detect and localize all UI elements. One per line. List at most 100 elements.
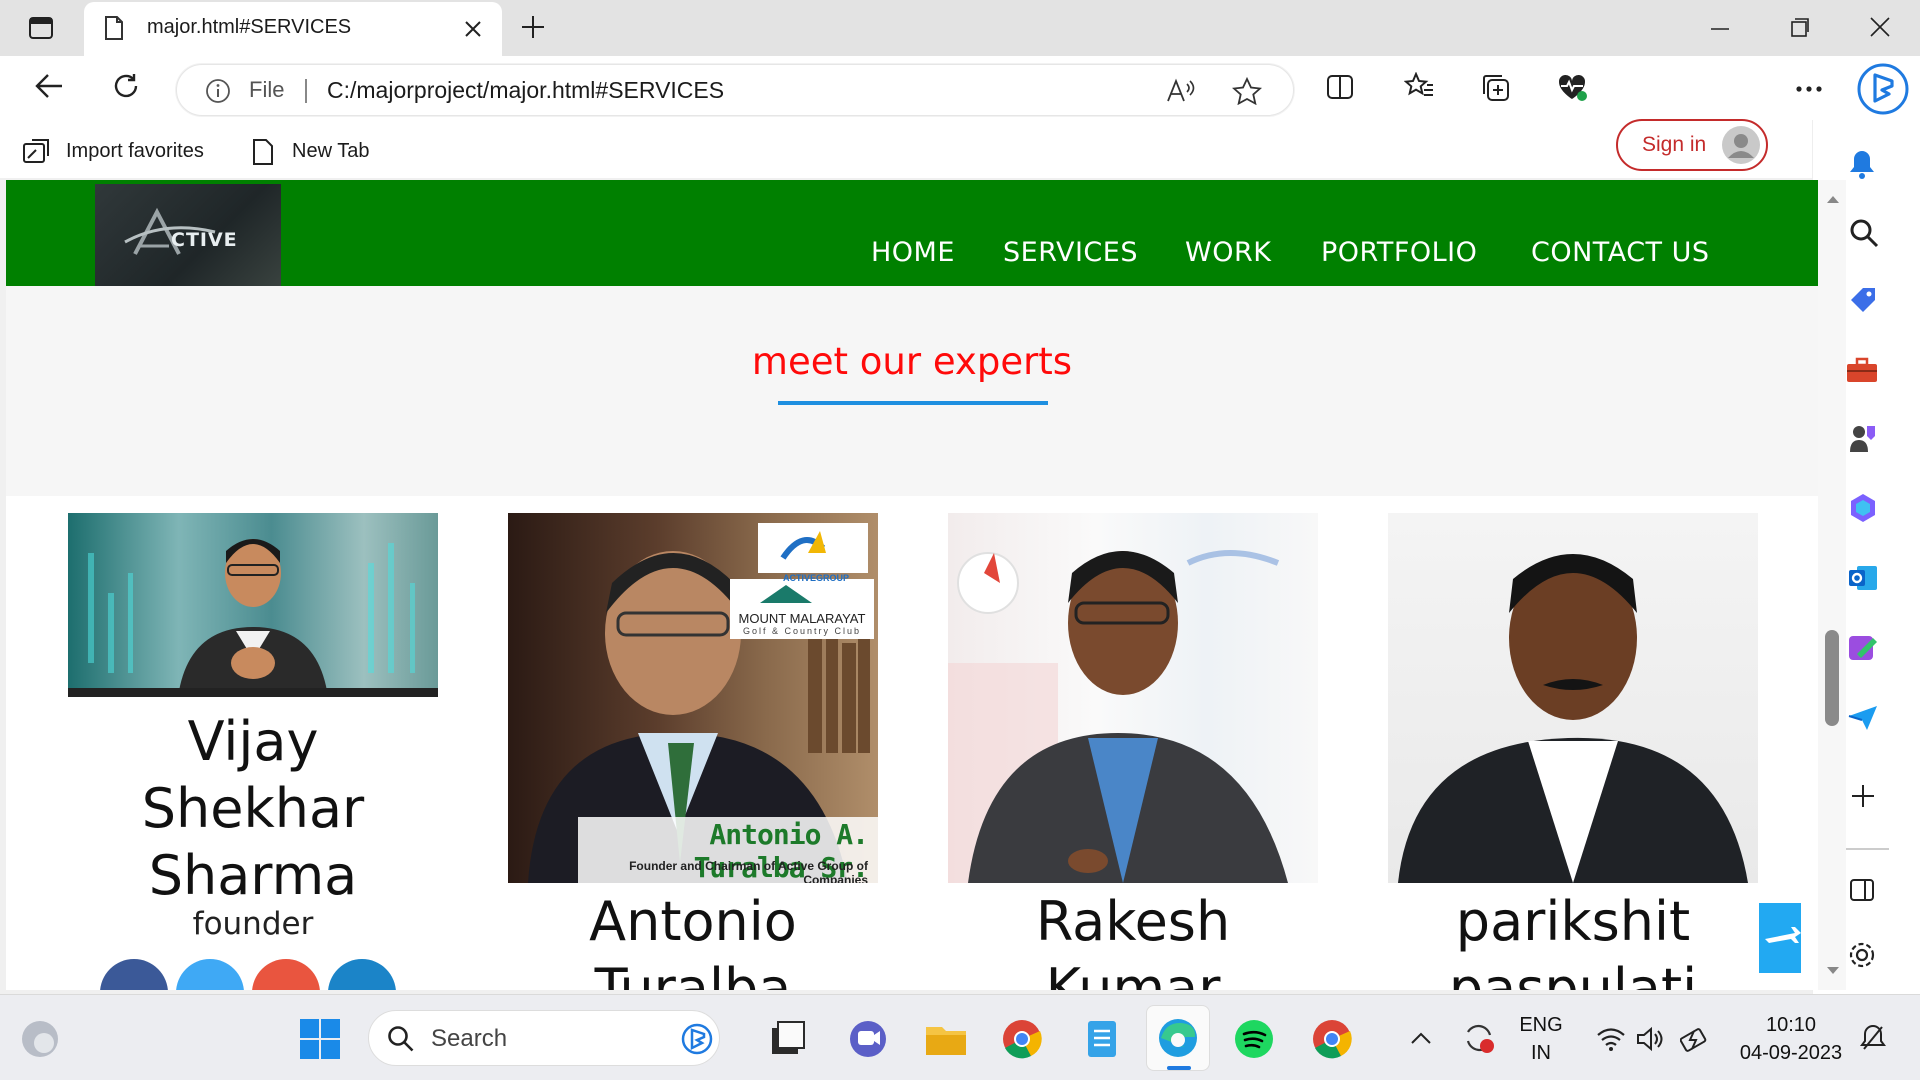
edge-icon <box>1159 1019 1197 1057</box>
nav-contact-us[interactable]: CONTACT US <box>1531 237 1710 268</box>
address-scheme-label: File <box>249 77 285 102</box>
edge-active-tile[interactable] <box>1146 1005 1210 1071</box>
browser-tab[interactable]: major.html#SERVICES <box>84 2 502 56</box>
photo-bottom-bar <box>68 688 438 697</box>
hide-sidebar-icon[interactable] <box>1849 878 1875 902</box>
collections-icon[interactable] <box>1480 72 1510 102</box>
url-text[interactable]: C:/majorproject/major.html#SERVICES <box>327 77 724 104</box>
import-favorites-label: Import favorites <box>66 140 204 162</box>
favorites-icon[interactable] <box>1404 72 1434 100</box>
battery-icon[interactable] <box>1680 1025 1710 1053</box>
google-plus-icon[interactable] <box>252 959 320 990</box>
wifi-icon[interactable] <box>1596 1027 1626 1051</box>
back-icon[interactable] <box>34 73 64 99</box>
browser-toolbar: File C:/majorproject/major.html#SERVICES… <box>0 56 1920 178</box>
minimize-icon[interactable] <box>1710 27 1730 31</box>
scroll-top-button[interactable] <box>1759 903 1801 973</box>
language-code: ENG <box>1519 1014 1563 1036</box>
twitter-icon[interactable] <box>176 959 244 990</box>
region-code: IN <box>1531 1042 1551 1064</box>
nav-work[interactable]: WORK <box>1185 237 1271 268</box>
address-bar[interactable]: File C:/majorproject/major.html#SERVICES <box>176 64 1294 116</box>
notepad-icon[interactable] <box>1084 1017 1120 1059</box>
start-icon[interactable] <box>300 1019 340 1059</box>
notification-center-icon[interactable] <box>1858 1023 1888 1053</box>
section-title-underline <box>778 401 1048 405</box>
page-icon <box>104 15 124 41</box>
show-hidden-icons[interactable] <box>1410 1031 1432 1045</box>
tab-title: major.html#SERVICES <box>147 16 352 38</box>
scroll-up-icon[interactable] <box>1826 194 1840 204</box>
expert-card: ACTIVEGROUP MOUNT MALARAYAT Golf & Count… <box>508 513 878 990</box>
copilot-icon[interactable] <box>1856 62 1910 116</box>
expert-name-line: paspulati <box>1448 957 1698 990</box>
close-tab-icon[interactable] <box>464 20 482 38</box>
site-navbar: CTIVE HOME SERVICES WORK PORTFOLIO CONTA… <box>6 180 1818 286</box>
task-view-icon[interactable] <box>770 1020 806 1056</box>
file-explorer-icon[interactable] <box>924 1019 968 1059</box>
new-tab-icon[interactable] <box>520 14 546 40</box>
maximize-icon[interactable] <box>1790 18 1810 38</box>
active-indicator <box>1167 1066 1191 1070</box>
games-icon[interactable] <box>1847 422 1879 454</box>
refresh-icon[interactable] <box>112 72 140 100</box>
weather-icon[interactable] <box>20 1019 60 1059</box>
send-icon[interactable] <box>1847 704 1879 732</box>
nav-portfolio[interactable]: PORTFOLIO <box>1321 237 1477 268</box>
expert-name-line: Antonio <box>589 890 797 953</box>
read-aloud-icon[interactable] <box>1165 78 1195 104</box>
expert-name: Rakesh Kumar <box>948 888 1318 990</box>
taskbar-search[interactable]: Search <box>368 1010 720 1066</box>
facebook-icon[interactable] <box>100 959 168 990</box>
teams-chat-icon[interactable] <box>848 1019 888 1059</box>
sync-status-icon[interactable] <box>1462 1021 1496 1055</box>
scrollbar-thumb[interactable] <box>1825 630 1839 726</box>
expert-name: Antonio Turalba <box>508 888 878 990</box>
outlook-icon[interactable] <box>1847 562 1879 594</box>
new-tab-link[interactable]: New Tab <box>252 136 382 166</box>
browser-essentials-icon[interactable] <box>1556 72 1588 102</box>
expert-name-line: Sharma <box>148 844 358 907</box>
logo-text: CTIVE <box>171 229 238 251</box>
spotify-icon[interactable] <box>1234 1019 1274 1059</box>
site-logo[interactable]: CTIVE <box>95 184 281 286</box>
tools-icon[interactable] <box>1845 356 1879 384</box>
microsoft-365-icon[interactable] <box>1847 492 1879 524</box>
sign-in-button[interactable]: Sign in <box>1616 119 1768 171</box>
new-tab-label: New Tab <box>292 140 370 162</box>
expert-photo <box>948 513 1318 883</box>
expert-photo: ACTIVEGROUP MOUNT MALARAYAT Golf & Count… <box>508 513 878 883</box>
clock-time: 10:10 <box>1765 1014 1817 1036</box>
volume-icon[interactable] <box>1636 1026 1664 1052</box>
language-indicator[interactable]: ENG IN <box>1516 1011 1566 1067</box>
photo-subcaption: Founder and Chairman of Active Group of … <box>629 859 868 883</box>
favorite-star-icon[interactable] <box>1232 77 1262 105</box>
expert-name: parikshit paspulati <box>1388 888 1758 990</box>
clock[interactable]: 10:10 04-09-2023 <box>1726 1011 1856 1067</box>
page-scrollbar[interactable] <box>1818 180 1846 990</box>
info-icon[interactable] <box>205 78 231 104</box>
expert-card: parikshit paspulati <box>1388 513 1758 990</box>
chrome-icon[interactable] <box>1002 1019 1042 1059</box>
bing-icon <box>681 1023 713 1055</box>
nav-home[interactable]: HOME <box>871 237 955 268</box>
linkedin-icon[interactable] <box>328 959 396 990</box>
shopping-icon[interactable] <box>1847 284 1879 316</box>
import-favorites-link[interactable]: Import favorites <box>22 136 222 166</box>
close-window-icon[interactable] <box>1870 17 1890 37</box>
more-options-icon[interactable] <box>1796 86 1822 92</box>
tab-actions-icon[interactable] <box>28 16 54 40</box>
nav-services[interactable]: SERVICES <box>1003 237 1138 268</box>
airplane-icon <box>1765 927 1801 943</box>
photo-logo-mount-malarayat: MOUNT MALARAYAT <box>738 611 866 626</box>
scroll-down-icon[interactable] <box>1826 966 1840 976</box>
add-icon[interactable] <box>1851 784 1875 808</box>
clock-date: 04-09-2023 <box>1739 1042 1843 1064</box>
settings-icon[interactable] <box>1847 940 1877 970</box>
split-screen-icon[interactable] <box>1326 74 1354 100</box>
notifications-icon[interactable] <box>1847 148 1877 180</box>
search-icon[interactable] <box>1849 218 1879 248</box>
designer-icon[interactable] <box>1847 632 1879 664</box>
chrome-profile-icon[interactable] <box>1312 1019 1352 1059</box>
page-viewport: CTIVE HOME SERVICES WORK PORTFOLIO CONTA… <box>6 180 1818 990</box>
